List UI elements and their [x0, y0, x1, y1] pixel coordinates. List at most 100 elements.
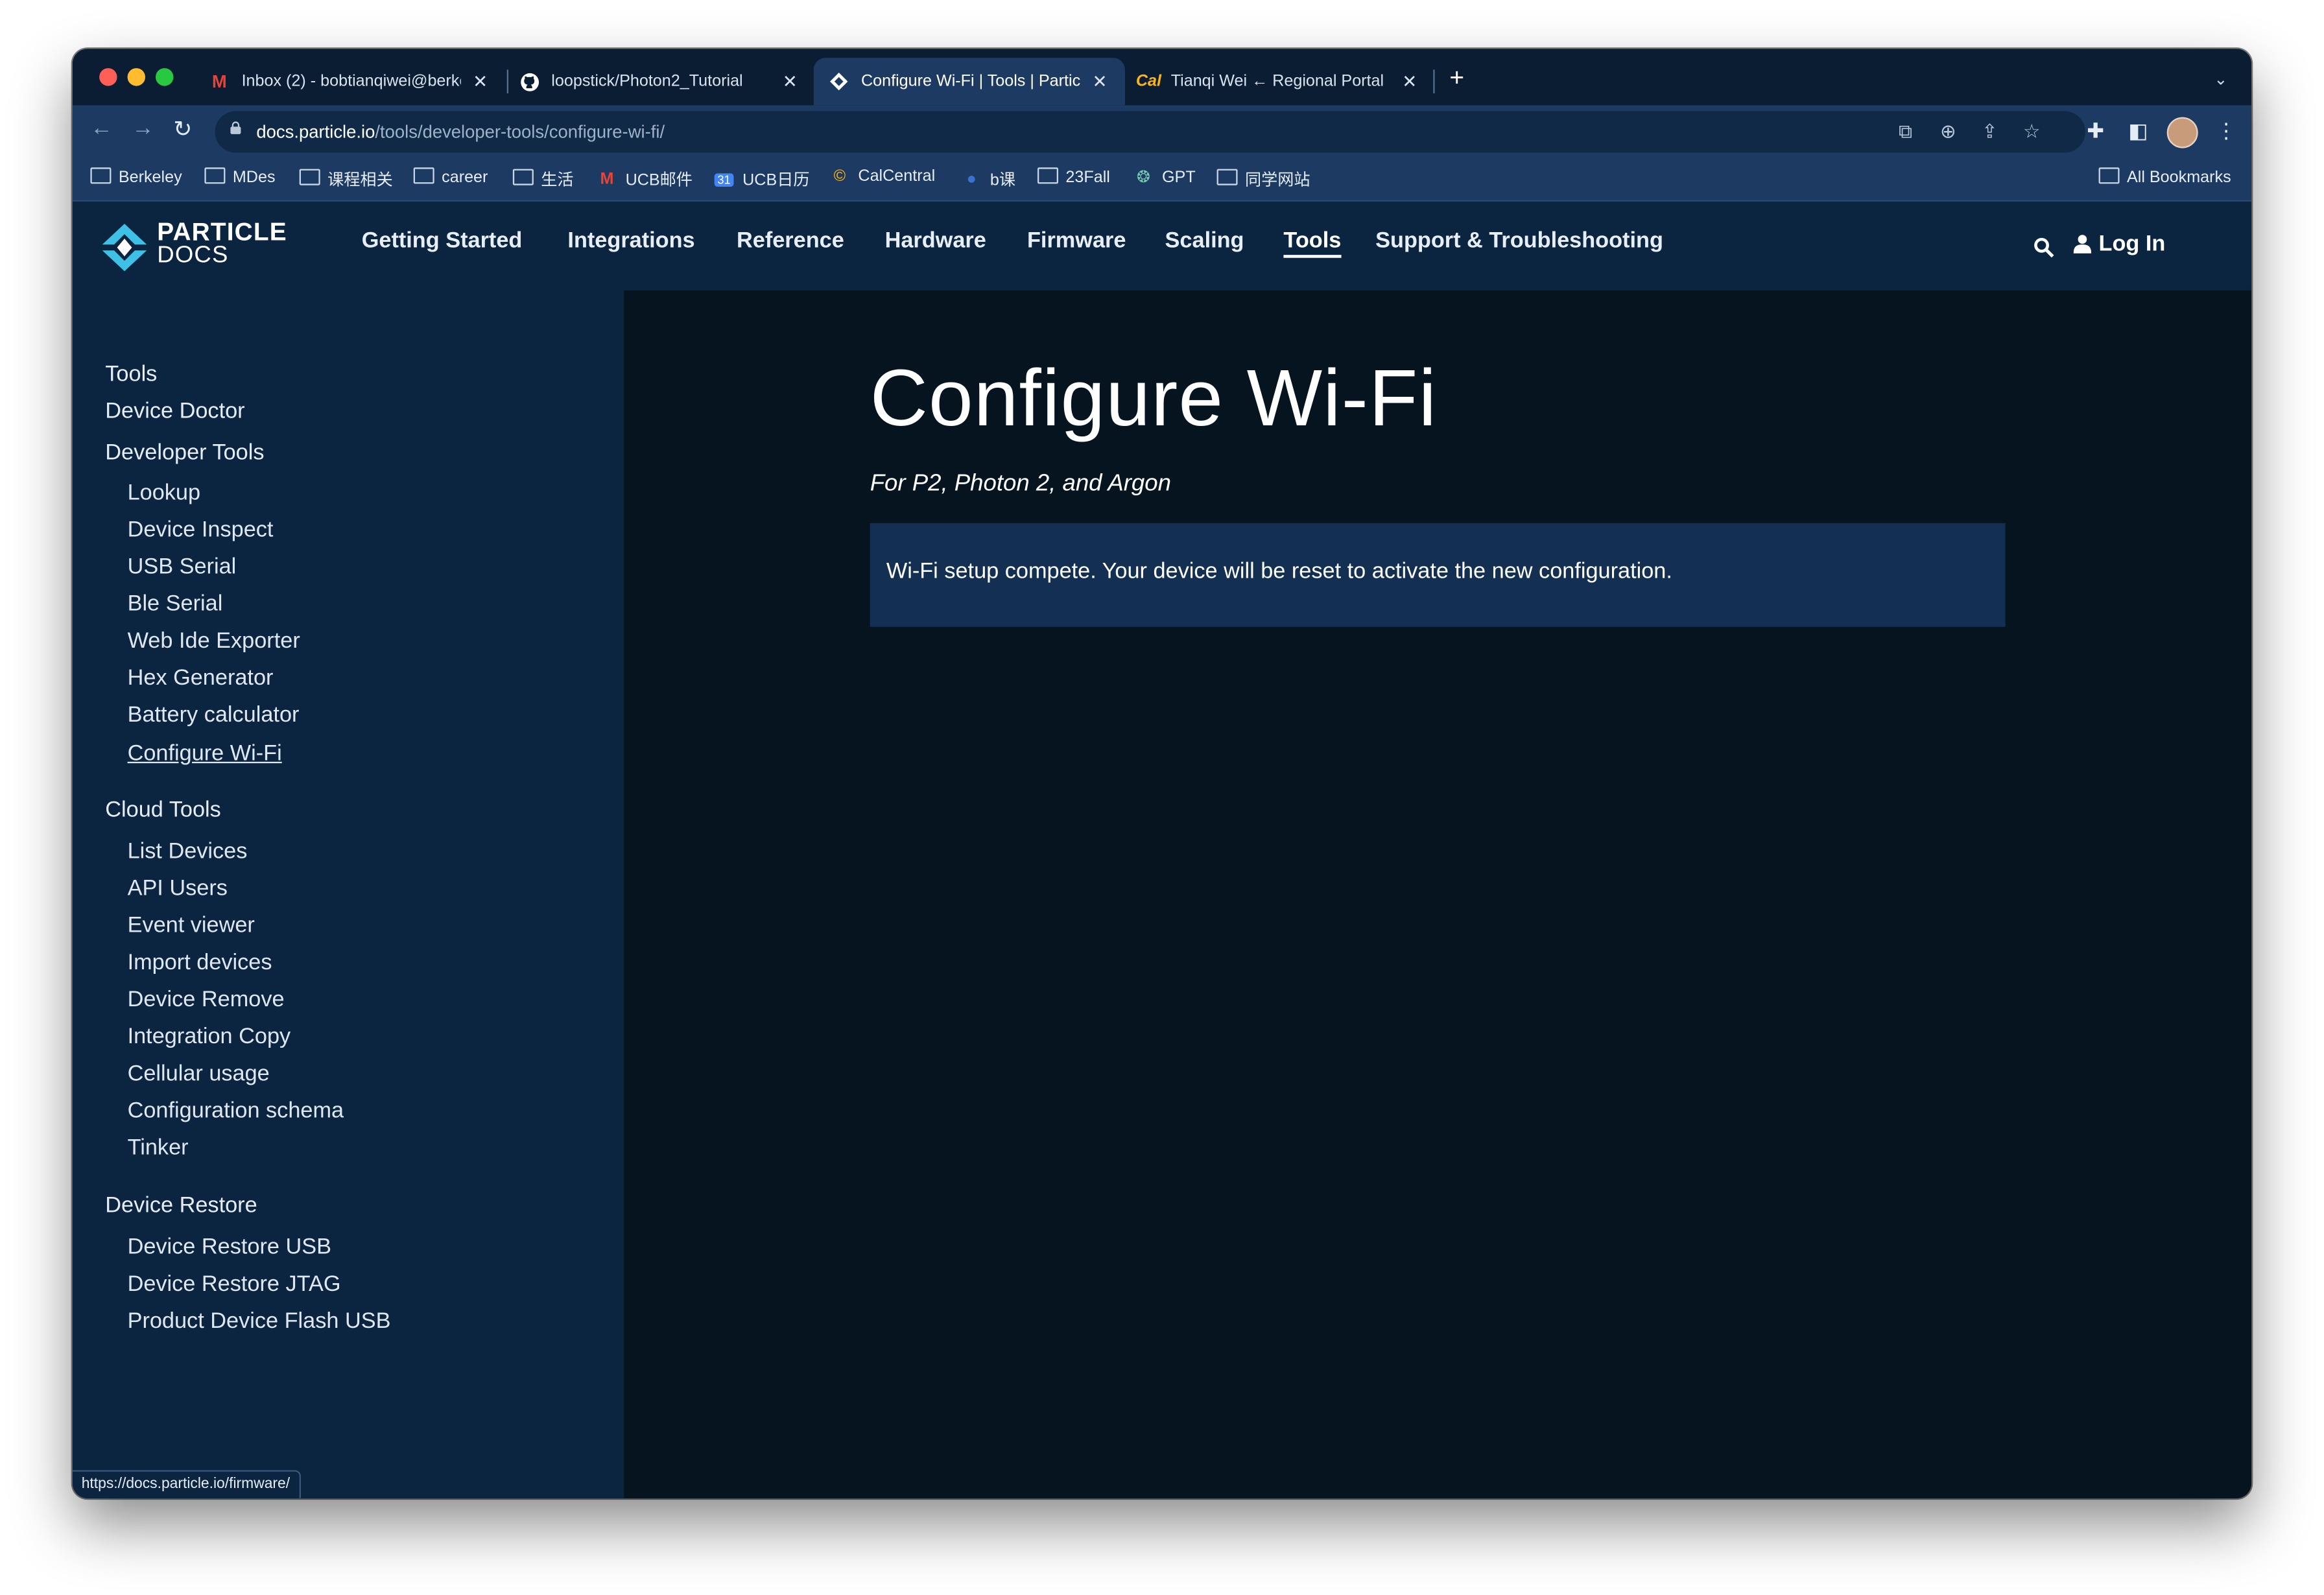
lock-icon[interactable] [230, 121, 241, 135]
address-bar[interactable]: docs.particle.io/tools/developer-tools/c… [215, 111, 2085, 153]
browser-toolbar: ← → ↻ docs.particle.io/tools/developer-t… [72, 105, 2251, 159]
sidebar-item-ble-serial[interactable]: Ble Serial [128, 591, 223, 617]
bookmark-23fall[interactable]: 23Fall [1037, 167, 1110, 188]
folder-icon [1037, 167, 1058, 188]
nav-tools[interactable]: Tools [1283, 228, 1342, 258]
sidebar-item-cellular-usage[interactable]: Cellular usage [128, 1061, 270, 1087]
particle-logo-icon[interactable] [102, 224, 147, 272]
sidebar-item-device-restore-usb[interactable]: Device Restore USB [128, 1235, 331, 1260]
minimize-window-button[interactable] [127, 68, 145, 86]
tab-gmail[interactable]: M Inbox (2) - bobtianqiwei@berkel ✕ [194, 58, 505, 105]
tab-title: Tianqi Wei ← Regional Portal [1170, 72, 1384, 91]
bookmark-star-icon[interactable]: ☆ [2023, 120, 2041, 144]
close-window-button[interactable] [99, 68, 117, 86]
bookmark-label: b课 [990, 172, 1015, 190]
calendar-icon: 31 [714, 172, 734, 186]
login-button[interactable]: Log In [2073, 231, 2165, 256]
all-bookmarks-button[interactable]: All Bookmarks [2098, 167, 2231, 188]
gmail-icon: M [211, 71, 227, 92]
bookmark-life[interactable]: 生活 [512, 167, 574, 191]
sidebar-item-integration-copy[interactable]: Integration Copy [128, 1024, 291, 1049]
forward-arrow-icon[interactable]: → [132, 115, 154, 141]
bookmark-label: UCB邮件 [625, 172, 693, 190]
nav-getting-started[interactable]: Getting Started [362, 228, 523, 254]
bookmark-calcentral[interactable]: © CalCentral [830, 167, 936, 185]
sidebar-item-configuration-schema[interactable]: Configuration schema [128, 1098, 344, 1124]
logo-line2: DOCS [157, 242, 229, 268]
close-tab-icon[interactable]: ✕ [1089, 71, 1110, 92]
bookmark-ucb-mail[interactable]: M UCB邮件 [597, 167, 693, 191]
site-header: PARTICLE DOCS Getting Started Integratio… [72, 201, 2251, 290]
search-icon[interactable] [2034, 237, 2054, 258]
site-logo[interactable]: PARTICLE DOCS [157, 219, 287, 268]
nav-hardware[interactable]: Hardware [885, 228, 986, 254]
share-icon[interactable]: ⇪ [1982, 120, 1998, 144]
sidebar-item-battery-calculator[interactable]: Battery calculator [128, 702, 300, 727]
side-panel-icon[interactable]: ◧ [2128, 119, 2148, 144]
sidebar-item-configure-wi-fi[interactable]: Configure Wi-Fi [128, 741, 282, 766]
sidebar-item-event-viewer[interactable]: Event viewer [128, 913, 255, 938]
translate-icon[interactable]: ⧉ [1899, 120, 1912, 144]
url-host: docs.particle.io [256, 121, 375, 143]
sidebar-item-device-restore-jtag[interactable]: Device Restore JTAG [128, 1271, 341, 1297]
nav-integrations[interactable]: Integrations [567, 228, 694, 254]
bookmark-label: 23Fall [1065, 169, 1110, 187]
zoom-icon[interactable]: ⊕ [1940, 120, 1956, 144]
bookmark-career[interactable]: career [413, 167, 488, 188]
tab-configure-wifi[interactable]: Configure Wi-Fi | Tools | Particl ✕ [813, 58, 1125, 106]
back-arrow-icon[interactable]: ← [90, 115, 112, 141]
sidebar-item-lookup[interactable]: Lookup [128, 480, 200, 506]
reload-icon[interactable]: ↻ [173, 115, 192, 143]
sidebar-item-import-devices[interactable]: Import devices [128, 950, 272, 975]
new-tab-button[interactable]: + [1449, 65, 1464, 91]
tab-title: loopstick/Photon2_Tutorial [551, 72, 743, 91]
sidebar-item-hex-generator[interactable]: Hex Generator [128, 665, 274, 691]
nav-reference[interactable]: Reference [737, 228, 844, 254]
sidebar-item-web-ide-exporter[interactable]: Web Ide Exporter [128, 628, 300, 654]
bookmark-classmates[interactable]: 同学网站 [1216, 167, 1310, 191]
close-tab-icon[interactable]: ✕ [1399, 71, 1420, 92]
cal-icon: Cal [1135, 72, 1161, 91]
bcourses-icon: ● [966, 170, 977, 189]
extensions-icon[interactable]: ✚ [2087, 119, 2104, 144]
page-subtitle: For P2, Photon 2, and Argon [870, 471, 1171, 497]
sidebar-item-device-restore[interactable]: Device Restore [105, 1193, 257, 1218]
zoom-window-button[interactable] [155, 68, 174, 86]
sidebar-item-list-devices[interactable]: List Devices [128, 839, 248, 864]
url-text[interactable]: docs.particle.io/tools/developer-tools/c… [256, 121, 665, 142]
sidebar-item-usb-serial[interactable]: USB Serial [128, 554, 237, 580]
tab-title: Configure Wi-Fi | Tools | Particl [860, 72, 1081, 91]
close-tab-icon[interactable]: ✕ [470, 71, 491, 92]
nav-firmware[interactable]: Firmware [1027, 228, 1126, 254]
sidebar-item-tools[interactable]: Tools [105, 362, 157, 387]
nav-scaling[interactable]: Scaling [1165, 228, 1244, 254]
sidebar-item-tinker[interactable]: Tinker [128, 1135, 189, 1161]
sidebar-item-device-inspect[interactable]: Device Inspect [128, 517, 274, 543]
sidebar-item-developer-tools[interactable]: Developer Tools [105, 440, 264, 466]
tab-regional-portal[interactable]: Cal Tianqi Wei ← Regional Portal ✕ [1124, 58, 1435, 105]
close-tab-icon[interactable]: ✕ [779, 71, 800, 92]
profile-avatar[interactable] [2166, 117, 2198, 148]
url-path: /tools/developer-tools/configure-wi-fi/ [375, 121, 665, 143]
bookmark-mdes[interactable]: MDes [204, 167, 276, 188]
nav-support-troubleshooting[interactable]: Support & Troubleshooting [1375, 228, 1663, 254]
tab-github[interactable]: loopstick/Photon2_Tutorial ✕ [504, 58, 815, 105]
main-content: Configure Wi-Fi For P2, Photon 2, and Ar… [624, 290, 2251, 1498]
tab-title: Inbox (2) - bobtianqiwei@berkel [241, 72, 461, 91]
bookmark-courses[interactable]: 课程相关 [299, 167, 393, 191]
bookmark-label: 同学网站 [1244, 172, 1310, 190]
folder-icon [413, 167, 434, 188]
sidebar-item-cloud-tools[interactable]: Cloud Tools [105, 797, 221, 823]
sidebar-item-device-remove[interactable]: Device Remove [128, 987, 285, 1012]
sidebar-item-device-doctor[interactable]: Device Doctor [105, 399, 244, 424]
folder-icon [512, 169, 534, 190]
sidebar-item-product-device-flash-usb[interactable]: Product Device Flash USB [128, 1308, 391, 1334]
tab-search-button[interactable]: ⌄ [2214, 69, 2227, 89]
bookmark-ucb-calendar[interactable]: 31 UCB日历 [714, 167, 810, 191]
bookmark-gpt[interactable]: ❂ GPT [1134, 167, 1196, 187]
bookmark-berkeley[interactable]: Berkeley [90, 167, 182, 188]
bookmark-label: 课程相关 [327, 172, 393, 190]
menu-kebab-icon[interactable]: ⋮ [2216, 119, 2236, 144]
bookmark-bcourses[interactable]: ● b课 [962, 167, 1015, 191]
sidebar-item-api-users[interactable]: API Users [128, 876, 228, 901]
